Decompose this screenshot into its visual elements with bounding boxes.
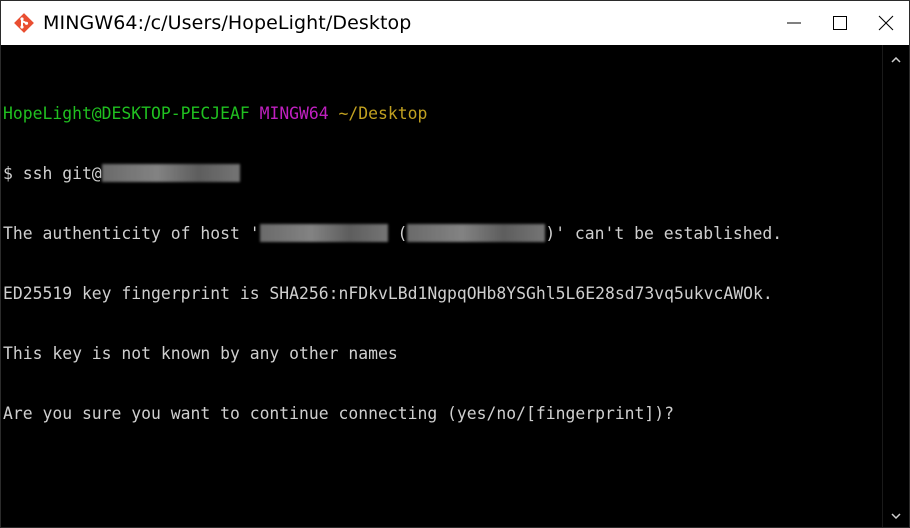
title-bar[interactable]: MINGW64:/c/Users/HopeLight/Desktop: [1, 1, 909, 45]
command-line: $ ssh git@: [3, 164, 782, 184]
host-line-prefix: The authenticity of host ': [3, 224, 260, 243]
close-icon: [878, 15, 894, 31]
terminal-output[interactable]: HopeLight@DESKTOP-PECJEAF MINGW64 ~/Desk…: [1, 45, 883, 527]
confirm-line: Are you sure you want to continue connec…: [3, 404, 675, 423]
scroll-up-arrow-icon: [891, 57, 901, 63]
vertical-scrollbar[interactable]: [882, 45, 909, 527]
scroll-up-button[interactable]: [883, 49, 909, 71]
redacted-host: [101, 164, 240, 182]
host-line-suffix: )' can't be established.: [545, 224, 783, 243]
host-authenticity-line: The authenticity of host ' ( )' can't be …: [3, 224, 782, 244]
maximize-button[interactable]: [817, 1, 863, 45]
git-diamond-icon: [14, 13, 34, 33]
host-line-middle: (: [387, 224, 408, 243]
terminal-window: MINGW64:/c/Users/HopeLight/Desktop HopeL…: [0, 0, 910, 528]
window-controls: [771, 1, 909, 45]
maximize-icon: [833, 16, 847, 30]
unknown-key-line: This key is not known by any other names: [3, 344, 398, 363]
command-text: $ ssh git@: [3, 164, 102, 183]
minimize-button[interactable]: [771, 1, 817, 45]
prompt-path: ~/Desktop: [338, 104, 428, 123]
redacted-hostname: [259, 224, 388, 242]
fingerprint-line: ED25519 key fingerprint is SHA256:nFDkvL…: [3, 284, 773, 303]
minimize-icon: [787, 22, 801, 24]
scroll-down-arrow-icon: [891, 513, 901, 519]
window-title: MINGW64:/c/Users/HopeLight/Desktop: [43, 12, 412, 34]
redacted-ip: [407, 224, 546, 242]
prompt-env: MINGW64: [259, 104, 329, 123]
prompt-user-host: HopeLight@DESKTOP-PECJEAF: [3, 104, 250, 123]
scroll-down-button[interactable]: [883, 505, 909, 527]
close-button[interactable]: [863, 1, 909, 45]
prompt-line: HopeLight@DESKTOP-PECJEAF MINGW64 ~/Desk…: [3, 104, 782, 124]
scrollbar-track[interactable]: [888, 73, 904, 501]
